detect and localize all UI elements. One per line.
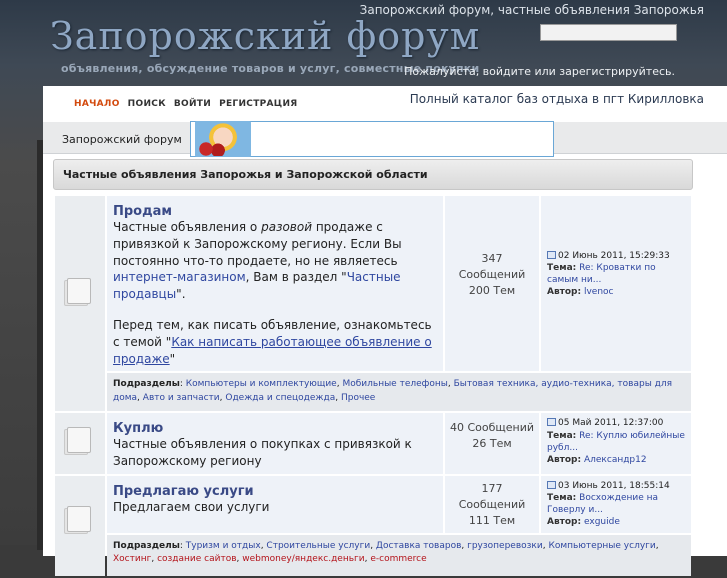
category-title[interactable]: Частные объявления Запорожья и Запорожск…: [63, 168, 428, 181]
forum-description: Частные объявления о покупках с привязко…: [113, 437, 412, 469]
forum-read-icon: [67, 278, 91, 304]
subforum-link[interactable]: Одежда и спецодежда: [225, 393, 335, 403]
forum-stats: 177 Сообщений 111 Тем: [445, 475, 539, 533]
forum-stats: 40 Сообщений 26 Тем: [445, 413, 539, 474]
subforum-link-hosting[interactable]: Хостинг: [113, 554, 151, 564]
nav-login[interactable]: ВОЙТИ: [174, 99, 211, 109]
subforum-link[interactable]: Прочее: [341, 393, 375, 403]
forum-description: Предлагаем свои услуги: [113, 499, 270, 514]
desc-text: , Вам в раздел ": [245, 270, 347, 285]
last-post-icon[interactable]: [547, 480, 556, 489]
last-topic-label: Тема:: [547, 493, 577, 504]
forum-info: Продам Частные объявления о разовой прод…: [107, 196, 443, 372]
subforum-link-ecommerce[interactable]: e-commerce: [370, 554, 426, 564]
login-prompt: Пожалуйста, войдите или зарегистрируйтес…: [404, 65, 675, 78]
forum-name-link[interactable]: Продам: [113, 204, 172, 219]
nav-register[interactable]: РЕГИСТРАЦИЯ: [219, 99, 297, 109]
forum-read-icon: [67, 505, 91, 532]
forum-table: Продам Частные объявления о разовой прод…: [53, 194, 693, 578]
forum-icon-cell: [55, 196, 105, 412]
last-post-date: 03 Июнь 2011, 18:55:14: [558, 480, 670, 491]
subforums-label: Подразделы: [113, 540, 180, 551]
desc-italic: разовой: [261, 220, 312, 234]
last-topic-label: Тема:: [547, 430, 577, 441]
posts-label: Сообщений: [458, 267, 526, 281]
breadcrumb[interactable]: Запорожский форум: [62, 133, 182, 146]
category-header: Частные объявления Запорожья и Запорожск…: [53, 159, 693, 190]
subforums: Подразделы: Туризм и отдых, Строительные…: [107, 534, 691, 576]
last-author-label: Автор:: [547, 287, 582, 298]
subforum-link[interactable]: Компьютерные услуги: [548, 541, 655, 551]
last-post: 03 Июнь 2011, 18:55:14 Тема: Восхождение…: [541, 475, 691, 533]
forum-name-link[interactable]: Предлагаю услуги: [113, 484, 254, 499]
last-author-link[interactable]: exguide: [584, 517, 620, 527]
desc-link-eshop[interactable]: интернет-магазином: [113, 270, 246, 284]
last-author-link[interactable]: Александр12: [584, 455, 647, 465]
main-panel: НАЧАЛО ПОИСК ВОЙТИ РЕГИСТРАЦИЯ Полный ка…: [43, 86, 727, 576]
top-nav: НАЧАЛО ПОИСК ВОЙТИ РЕГИСТРАЦИЯ: [74, 99, 298, 109]
subforum-link[interactable]: Туризм и отдых: [186, 541, 261, 551]
subforums-row: Подразделы: Туризм и отдых, Строительные…: [55, 534, 691, 576]
last-post-icon[interactable]: [547, 251, 556, 259]
last-post-date: 02 Июнь 2011, 15:29:33: [558, 251, 670, 261]
subforums: Подразделы: Компьютеры и комплектующие, …: [107, 373, 691, 412]
posts-count: 40 Сообщений: [449, 421, 535, 435]
search-input[interactable]: [540, 24, 677, 41]
subforums-row: Подразделы: Компьютеры и комплектующие, …: [55, 373, 691, 412]
forum-stats: 347 Сообщений 200 Тем: [445, 196, 539, 372]
topics-count: 26 Тем: [472, 437, 512, 451]
subforum-link-webmoney[interactable]: webmoney/яндекс.деньги: [242, 554, 364, 564]
subforum-link[interactable]: Доставка товаров: [376, 541, 461, 551]
desc-text: ".: [176, 287, 186, 302]
last-author-link[interactable]: lvenoc: [584, 287, 614, 297]
nav-search[interactable]: ПОИСК: [128, 99, 166, 109]
posts-label: Сообщений: [458, 497, 526, 511]
forum-info: Куплю Частные объявления о покупках с пр…: [107, 413, 443, 474]
topics-count: 111 Тем: [468, 513, 516, 527]
subforum-link[interactable]: грузоперевозки: [467, 541, 543, 551]
forum-icon-cell: [55, 475, 105, 576]
subforum-link[interactable]: Компьютеры и комплектующие: [186, 379, 337, 389]
desc-text: Частные объявления о: [113, 220, 262, 234]
last-author-label: Автор:: [547, 517, 582, 528]
ad-flowers-image: [197, 142, 227, 156]
site-logo[interactable]: Запорожский форум: [50, 14, 480, 58]
forum-row: Предлагаю услуги Предлагаем свои услуги …: [55, 475, 691, 576]
forum-name-link[interactable]: Куплю: [113, 421, 163, 436]
posts-count: 347: [481, 252, 503, 265]
last-post-icon[interactable]: [547, 418, 556, 427]
subforum-link[interactable]: Авто и запчасти: [143, 393, 220, 403]
forum-read-icon: [67, 427, 91, 454]
promo-link[interactable]: Полный каталог баз отдыха в пгт Кириллов…: [410, 92, 704, 106]
subforum-link[interactable]: Мобильные телефоны: [342, 379, 447, 389]
subforum-link-websites[interactable]: создание сайтов: [157, 554, 236, 564]
subforum-link[interactable]: Строительные услуги: [266, 541, 370, 551]
desc-text: ": [169, 351, 176, 366]
subforums-label: Подразделы: [113, 379, 180, 390]
forum-description: Частные объявления о разовой продаже с п…: [113, 219, 437, 367]
posts-count: 177: [481, 481, 503, 495]
last-topic-label: Тема:: [547, 263, 577, 274]
last-author-label: Автор:: [547, 454, 582, 465]
nav-home[interactable]: НАЧАЛО: [74, 99, 120, 109]
last-post: 05 Май 2011, 12:37:00 Тема: Re: Куплю юб…: [541, 413, 691, 474]
last-post: 02 Июнь 2011, 15:29:33 Тема: Re: Кроватк…: [541, 196, 691, 372]
forum-icon-cell: [55, 413, 105, 474]
ad-banner[interactable]: [190, 121, 554, 157]
topics-count: 200 Тем: [468, 283, 516, 297]
last-post-date: 05 Май 2011, 12:37:00: [558, 418, 664, 429]
forum-info: Предлагаю услуги Предлагаем свои услуги: [107, 475, 443, 533]
forum-row: Куплю Частные объявления о покупках с пр…: [55, 413, 691, 474]
forum-row: Продам Частные объявления о разовой прод…: [55, 196, 691, 412]
